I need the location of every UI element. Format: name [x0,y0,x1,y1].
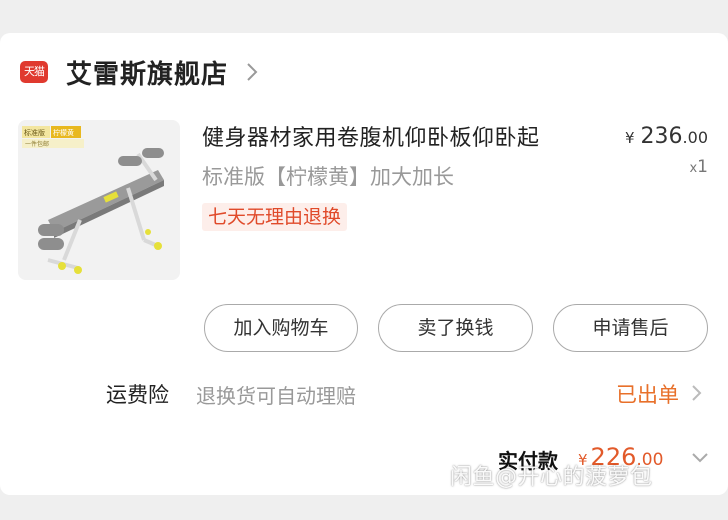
currency-symbol: ¥ [625,129,635,147]
image-caption: 一件包邮 [25,140,49,148]
quantity-value: 1 [697,157,708,177]
product-sku: 标准版【柠檬黄】加大加长 [202,165,454,189]
shop-header[interactable]: 天猫 艾雷斯旗舰店 [20,54,264,91]
product-image[interactable]: 标准版 柠檬黄 一件包邮 [18,120,180,280]
shipping-insurance-desc: 退换货可自动理赔 [196,384,356,408]
shipping-insurance-label: 运费险 [106,383,169,407]
bottom-divider [0,495,728,520]
price-integer: 236 [640,124,683,149]
add-to-cart-button[interactable]: 加入购物车 [204,304,358,352]
return-policy-tag: 七天无理由退换 [202,203,348,231]
sit-up-bench-image: 标准版 柠檬黄 一件包邮 [18,120,180,280]
price-decimal: .00 [682,128,708,147]
watermark: 闲鱼@开心的菠萝包 [450,465,653,490]
image-badge-2: 柠檬黄 [53,128,74,137]
chevron-right-icon [247,63,258,81]
chevron-down-icon[interactable] [690,449,710,467]
unit-price: ¥236.00 [625,124,708,149]
after-sale-button[interactable]: 申请售后 [553,304,708,352]
chevron-right-icon[interactable] [688,381,706,405]
product-title[interactable]: 健身器材家用卷腹机仰卧板仰卧起 [202,120,540,152]
image-badge-1: 标准版 [24,128,45,137]
quantity: x1 [689,157,708,177]
shipping-insurance-status[interactable]: 已出单 [616,379,679,409]
resell-button[interactable]: 卖了换钱 [378,304,533,352]
tmall-icon: 天猫 [20,61,48,83]
shop-name[interactable]: 艾雷斯旗舰店 [66,54,228,91]
